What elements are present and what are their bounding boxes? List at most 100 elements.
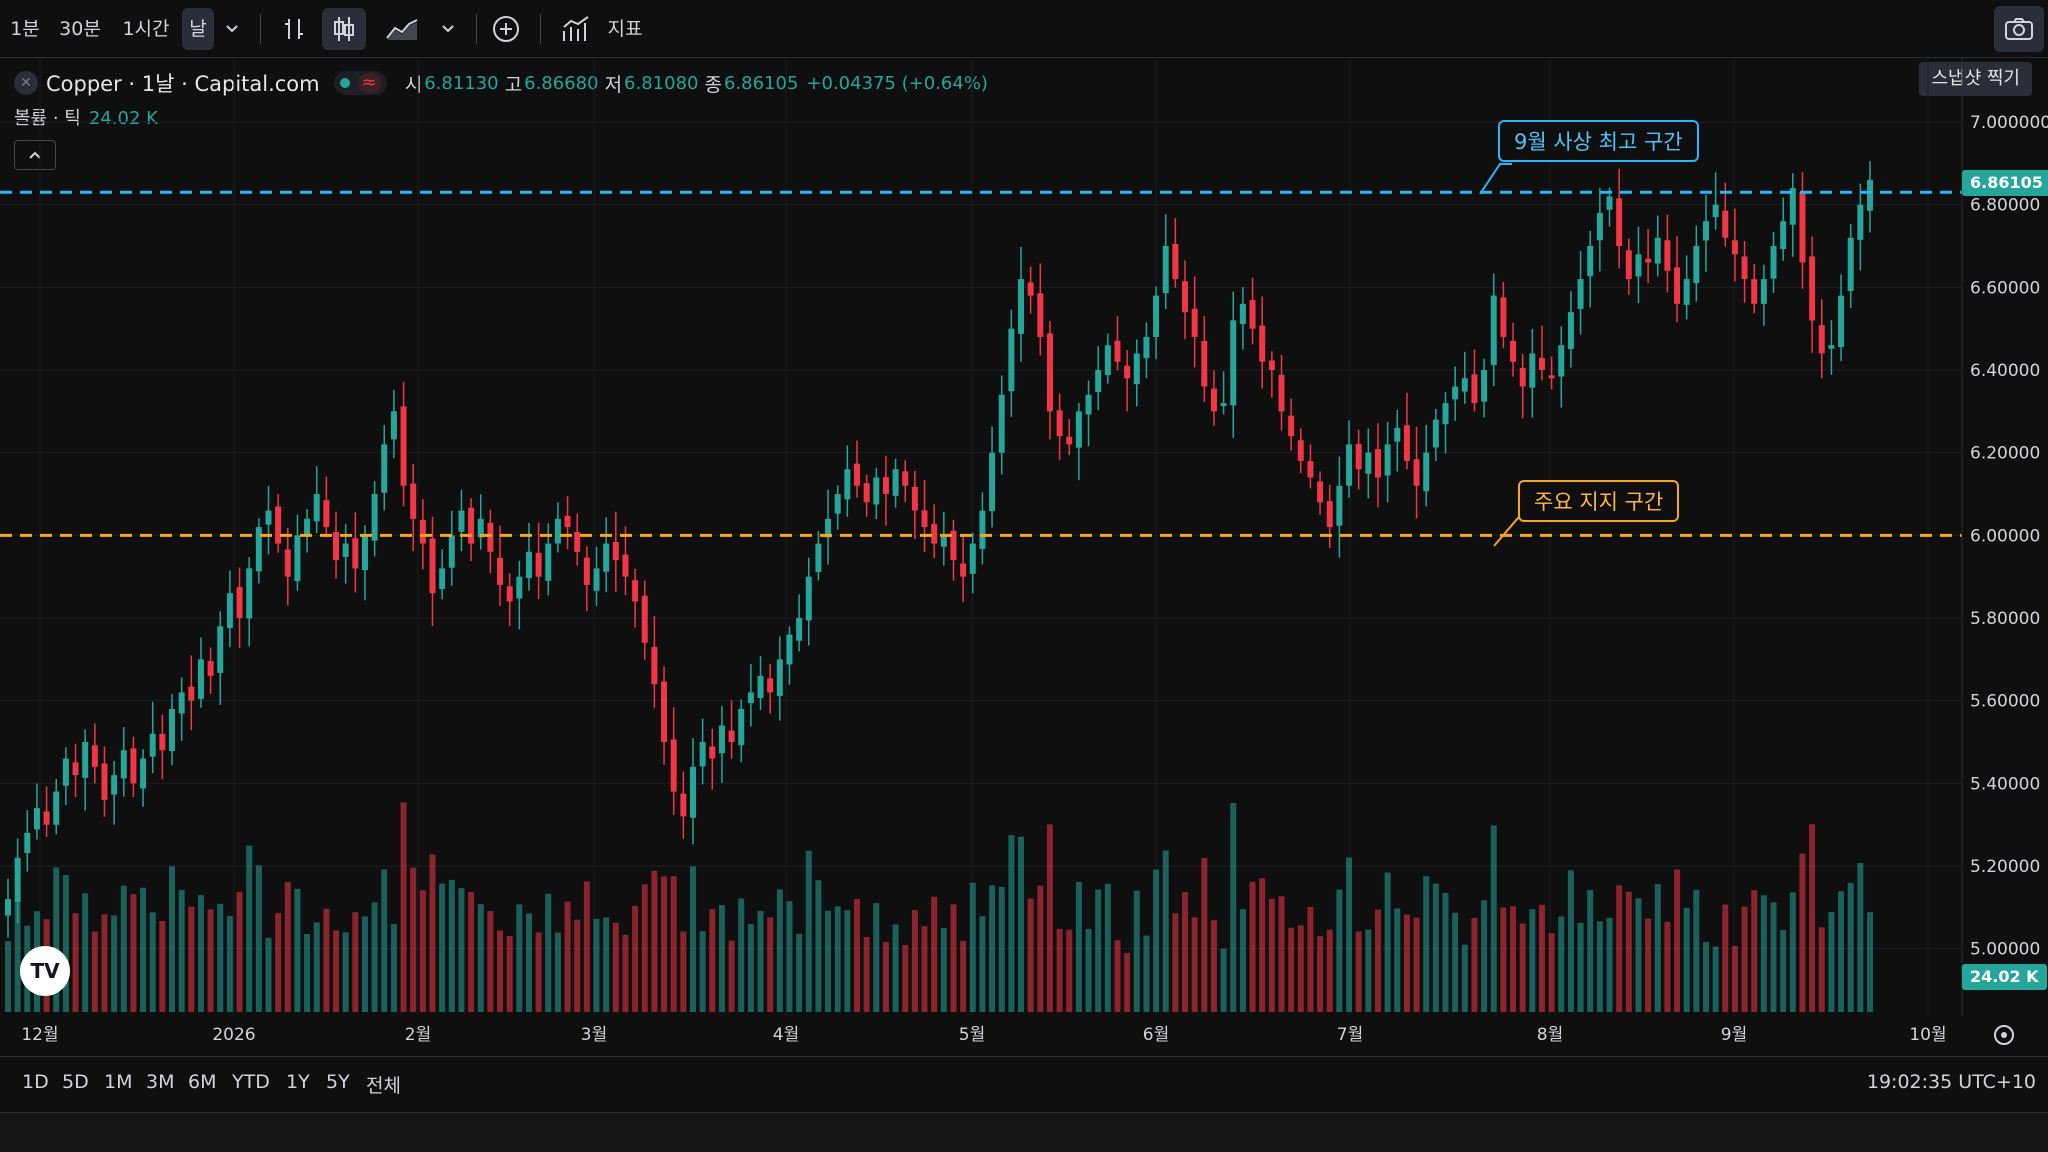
candle-body [1317, 481, 1324, 503]
compare-add-icon[interactable] [484, 8, 528, 50]
range-1y-button[interactable]: 1Y [286, 1071, 310, 1093]
volume-bar [689, 866, 696, 1012]
clock-timezone[interactable]: 19:02:35 UTC+10 [1867, 1071, 2036, 1093]
candle-body [1268, 360, 1275, 370]
range-1m-button[interactable]: 1M [104, 1071, 132, 1093]
tradingview-logo[interactable]: TV [20, 946, 70, 996]
volume-bar [979, 916, 986, 1012]
volume-bar [1278, 896, 1285, 1012]
volume-bar [902, 944, 909, 1012]
range-3m-button[interactable]: 3M [146, 1071, 174, 1093]
candlesticks [5, 161, 1873, 938]
candle-body [525, 551, 532, 578]
candle-body [1239, 303, 1246, 325]
candle-body [1635, 254, 1642, 277]
range-5y-button[interactable]: 5Y [326, 1071, 350, 1093]
volume-bar [1307, 906, 1314, 1012]
interval-30m-button[interactable]: 30분 [56, 8, 104, 50]
candle-body [1857, 204, 1864, 240]
candle-body [400, 406, 407, 486]
volume-bar [1809, 824, 1816, 1012]
interval-day-button[interactable]: 날 [182, 8, 214, 50]
indicators-button[interactable]: 지표 [602, 8, 648, 50]
range-6m-button[interactable]: 6M [188, 1071, 216, 1093]
volume-bar [91, 931, 98, 1012]
volume-bar [1731, 945, 1738, 1012]
volume-bar [1529, 909, 1536, 1012]
candle-body [1567, 312, 1574, 350]
volume-bar [1384, 872, 1391, 1012]
interval-1m-button[interactable]: 1분 [8, 8, 42, 50]
candle-body [612, 542, 619, 561]
settings-gear-icon[interactable] [1994, 1025, 2014, 1045]
volume-bar [159, 921, 166, 1012]
interval-1h-button[interactable]: 1시간 [116, 8, 176, 50]
volume-bar [844, 910, 851, 1012]
candle-body [1432, 419, 1439, 448]
candle-body [728, 730, 735, 742]
volume-bar [468, 891, 475, 1012]
chart-type-dropdown-icon[interactable] [428, 8, 468, 50]
candle-body [603, 543, 610, 572]
range-ytd-button[interactable]: YTD [232, 1071, 270, 1093]
time-tick-label: 7월 [1337, 1025, 1363, 1045]
candle-body [506, 586, 513, 602]
volume-bar [882, 942, 889, 1012]
indicators-icon[interactable] [556, 8, 596, 50]
support-annotation[interactable]: 주요 지지 구간 [1518, 480, 1680, 522]
volume-bar [1056, 928, 1063, 1012]
volume-bar [1722, 904, 1729, 1012]
interval-dropdown-icon[interactable] [214, 8, 250, 50]
volume-bar [1838, 891, 1845, 1012]
volume-bar [825, 910, 832, 1012]
candle-body [911, 486, 918, 511]
candle-body [583, 557, 590, 585]
candle-body [439, 568, 446, 590]
candle-body [815, 543, 822, 573]
volume-bar [120, 885, 127, 1012]
candle-body [101, 763, 108, 800]
volume-bar [226, 916, 233, 1012]
candle-body [1172, 243, 1179, 280]
volume-bar [989, 885, 996, 1012]
volume-bar [1867, 912, 1873, 1012]
camera-icon[interactable] [1994, 6, 2044, 52]
candle-body [371, 494, 378, 541]
candle-body [718, 725, 725, 754]
bar-chart-type-icon[interactable] [272, 8, 316, 50]
bottom-bar: 1D 5D 1M 3M 6M YTD 1Y 5Y 전체 19:02:35 UTC… [0, 1056, 2048, 1112]
range-all-button[interactable]: 전체 [366, 1071, 401, 1098]
volume-price-tag: 24.02 K [1962, 964, 2047, 990]
top-toolbar: 1분 30분 1시간 날 지표 [0, 0, 2048, 58]
range-5d-button[interactable]: 5D [62, 1071, 89, 1093]
volume-bar [1046, 824, 1053, 1012]
candle-body [1799, 192, 1806, 263]
volume-bar [815, 880, 822, 1012]
candle-body [1018, 279, 1024, 334]
volume-bar [1191, 917, 1198, 1012]
resistance-annotation[interactable]: 9월 사상 최고 구간 [1498, 120, 1699, 162]
range-1d-button[interactable]: 1D [22, 1071, 49, 1093]
time-scale[interactable]: 12월 2026 2월 3월 4월 5월 6월 7월 8월 9월 10월 [21, 1025, 1946, 1045]
volume-bar [323, 908, 330, 1012]
candle-body [1336, 485, 1343, 526]
price-tick-label: 6.00000 [1970, 526, 2040, 546]
area-chart-type-icon[interactable] [380, 8, 424, 50]
price-scale[interactable]: 7.000000 6.80000 6.60000 6.40000 6.20000 6.00… [1970, 113, 2048, 960]
price-chart[interactable]: 7.000000 6.80000 6.60000 6.40000 6.20000 6.00… [0, 58, 2048, 1056]
candle-body [1500, 297, 1507, 337]
candle-body [333, 531, 340, 561]
volume-bar [1336, 889, 1343, 1012]
volume-bar [1770, 902, 1777, 1012]
candle-chart-type-icon[interactable] [322, 8, 366, 50]
volume-bar [1500, 907, 1507, 1012]
candle-body [1770, 246, 1777, 279]
candle-body [410, 483, 417, 519]
candle-body [323, 500, 330, 528]
candle-body [1731, 240, 1738, 255]
candle-body [1490, 295, 1497, 366]
volume-bar [188, 906, 195, 1012]
candle-body [998, 394, 1005, 453]
price-tick-label: 6.80000 [1970, 196, 2040, 216]
candle-body [1751, 279, 1758, 304]
